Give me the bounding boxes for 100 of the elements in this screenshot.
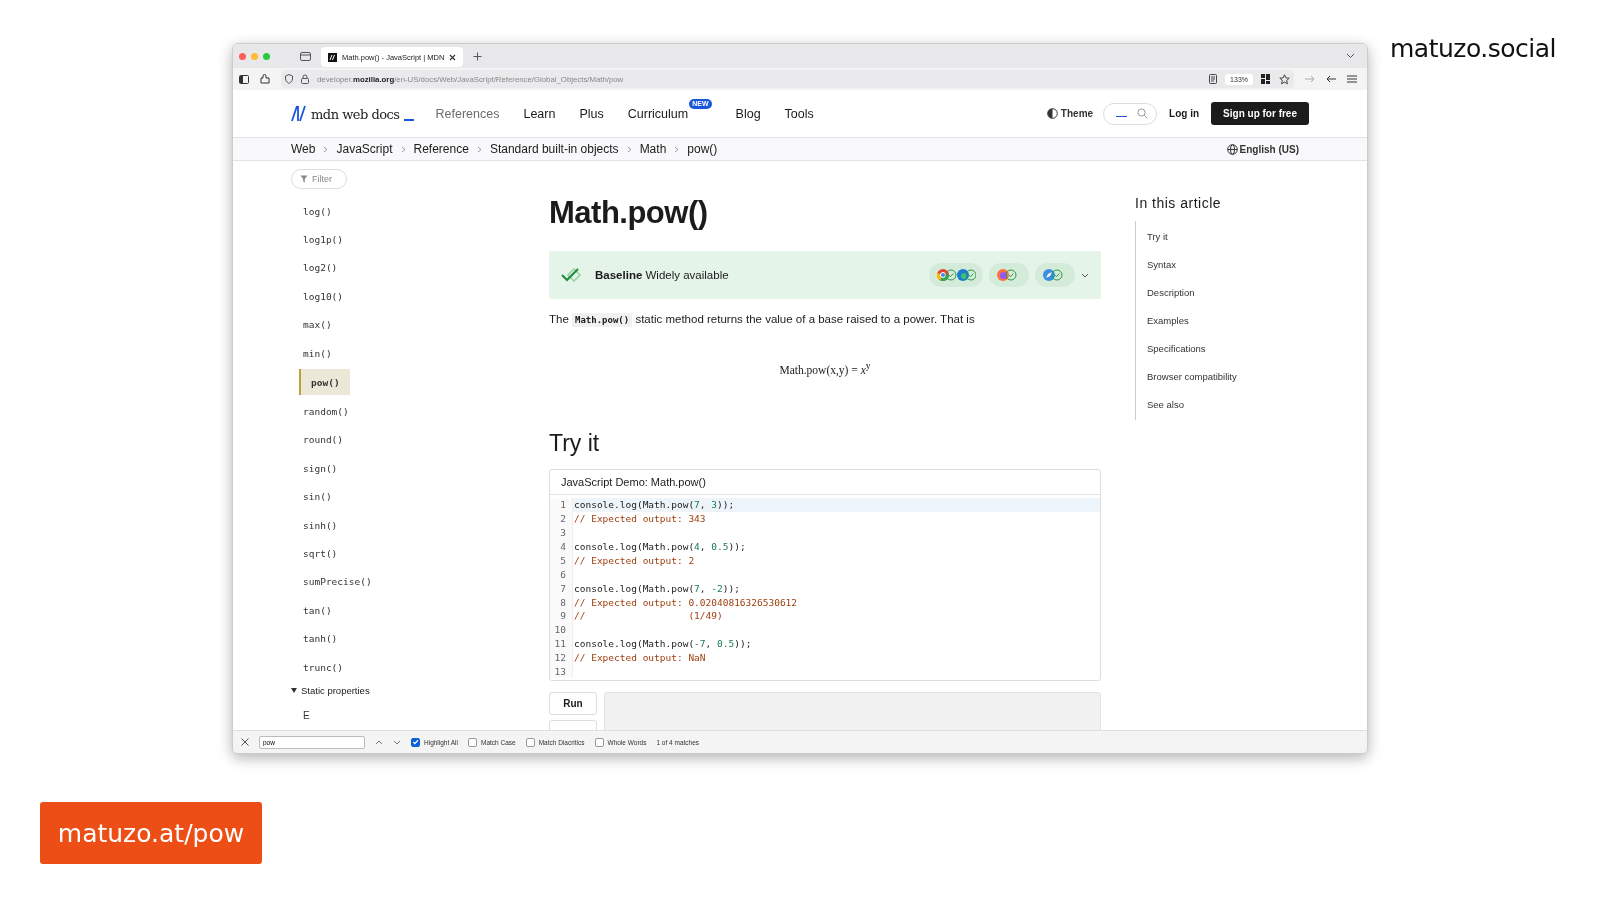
sidebar-item[interactable]: trunc() xyxy=(291,652,483,682)
mdn-logo[interactable]: mdn web docs xyxy=(291,105,414,122)
sidebar-item[interactable]: tanh() xyxy=(291,624,483,653)
sidebar-item[interactable]: sin() xyxy=(291,482,483,511)
lock-icon xyxy=(301,74,309,84)
minimize-dot-icon[interactable] xyxy=(251,52,258,60)
code-line: // Expected output: 343 xyxy=(573,513,706,525)
sidebar-item[interactable]: tan() xyxy=(291,596,483,625)
line-number: 7 xyxy=(550,581,573,596)
browser-support-pill[interactable] xyxy=(929,263,983,287)
demo-title: JavaScript Demo: Math.pow() xyxy=(550,469,1100,495)
sidebar-item[interactable]: log10() xyxy=(291,282,483,311)
sidebar-item[interactable]: round() xyxy=(291,425,483,455)
page-title: Math.pow() xyxy=(549,195,709,231)
checkbox[interactable] xyxy=(467,737,477,747)
zoom-dot-icon[interactable] xyxy=(263,52,270,60)
close-dot-icon[interactable] xyxy=(239,52,246,60)
nav-link[interactable]: Blog xyxy=(735,106,761,121)
chevron-up-icon[interactable] xyxy=(375,739,383,745)
code-line: // Expected output: 0.02040816326530612 xyxy=(573,596,798,608)
nav-link[interactable]: Tools xyxy=(784,106,814,121)
tab-overview-icon[interactable] xyxy=(300,51,311,61)
toc-link[interactable]: Syntax xyxy=(1147,250,1237,279)
code-line: // Expected output: NaN xyxy=(573,652,706,664)
checkbox[interactable] xyxy=(411,737,420,747)
sidebar-item[interactable]: sinh() xyxy=(291,510,483,540)
chevron-down-icon[interactable] xyxy=(1081,272,1089,278)
code-line: console.log(Math.pow(4, 0.5)); xyxy=(573,540,746,552)
new-tab-icon[interactable] xyxy=(473,51,483,61)
language-selector[interactable]: English (US) xyxy=(1226,143,1299,155)
browser-support-pill[interactable] xyxy=(1035,263,1075,287)
back-arrow-icon[interactable] xyxy=(1326,75,1336,83)
login-link[interactable]: Log in xyxy=(1169,108,1200,119)
math-formula: Math.pow(x,y) = x$^{y}$ xyxy=(778,360,872,376)
line-number: 5 xyxy=(550,553,573,568)
chevron-down-icon[interactable] xyxy=(1346,53,1355,59)
breadcrumb-link[interactable]: Math xyxy=(639,142,667,156)
checkbox[interactable] xyxy=(594,737,604,747)
sidebar-item[interactable]: E xyxy=(291,696,483,722)
sidebar-item[interactable]: log1p() xyxy=(291,225,483,254)
sidebar-item[interactable]: pow() xyxy=(299,369,350,396)
line-number: 8 xyxy=(550,595,573,609)
chevron-right-icon xyxy=(323,145,329,153)
social-handle: matuzo.social xyxy=(1389,34,1556,63)
extension-icon[interactable] xyxy=(260,74,270,84)
section-heading: Try it xyxy=(549,429,601,457)
close-icon[interactable] xyxy=(449,53,457,61)
code-line: // Expected output: 2 xyxy=(573,554,695,566)
chevron-right-icon xyxy=(476,145,482,153)
link-banner[interactable]: matuzo.at/pow xyxy=(40,802,262,864)
reader-view-icon[interactable] xyxy=(1209,74,1218,84)
toc-link[interactable]: Description xyxy=(1147,278,1237,307)
sidebar-item[interactable]: sumPrecise() xyxy=(291,567,483,597)
contrast-icon xyxy=(1046,108,1058,119)
browser-support-pill[interactable] xyxy=(989,263,1029,287)
sidebar-item[interactable]: min() xyxy=(291,338,483,368)
bookmark-star-icon[interactable] xyxy=(1279,73,1290,85)
sidebar-item[interactable]: max() xyxy=(291,310,483,339)
code-line: // (1/49) xyxy=(573,610,723,622)
toc-link[interactable]: Examples xyxy=(1147,306,1237,335)
breadcrumb-link[interactable]: Reference xyxy=(413,142,469,156)
breadcrumb-link[interactable]: pow() xyxy=(687,142,718,156)
breadcrumb-link[interactable]: JavaScript xyxy=(336,142,393,156)
description-text: The Math.pow() static method returns the value of a base raised to a power. That is xyxy=(549,313,976,325)
sidebar-item[interactable]: log() xyxy=(291,197,483,226)
sidebar-item[interactable]: random() xyxy=(291,397,483,426)
line-number: 1 xyxy=(550,497,573,512)
code-line: console.log(Math.pow(-7, 0.5)); xyxy=(573,638,752,650)
sidebar-item[interactable]: sign() xyxy=(291,454,483,483)
shield-icon[interactable] xyxy=(285,74,293,84)
code-line: console.log(Math.pow(7, -2)); xyxy=(573,582,740,594)
grid-icon[interactable] xyxy=(1261,74,1271,84)
theme-toggle[interactable]: Theme xyxy=(1046,108,1094,119)
toc-link[interactable]: Try it xyxy=(1147,223,1237,251)
sidebar-icon[interactable] xyxy=(239,74,249,84)
nav-link[interactable]: Learn xyxy=(523,106,556,121)
chevron-down-icon[interactable] xyxy=(393,739,401,745)
toc-link[interactable]: Browser compatibility xyxy=(1147,362,1237,391)
nav-link[interactable]: References xyxy=(435,106,500,121)
chevron-right-icon xyxy=(626,145,632,153)
toc-link[interactable]: See also xyxy=(1147,390,1237,419)
mdn-m-icon xyxy=(291,105,307,122)
code-line: console.log(Math.pow(7, 3)); xyxy=(573,499,735,511)
nav-link[interactable]: Plus xyxy=(579,106,604,121)
sidebar-item[interactable]: sqrt() xyxy=(291,539,483,568)
checkbox[interactable] xyxy=(525,737,535,747)
run-button[interactable]: Run xyxy=(549,692,597,716)
signup-button[interactable]: Sign up for free xyxy=(1211,102,1309,125)
search-icon[interactable] xyxy=(1137,108,1149,119)
breadcrumb-link[interactable]: Web xyxy=(291,142,316,156)
section-toggle[interactable]: Static properties xyxy=(291,685,483,697)
toc-link[interactable]: Specifications xyxy=(1147,334,1237,363)
forward-arrow-icon[interactable] xyxy=(1305,75,1315,83)
breadcrumb-link[interactable]: Standard built-in objects xyxy=(489,142,619,156)
close-icon[interactable] xyxy=(241,738,249,746)
toc-heading: In this article xyxy=(1135,195,1223,211)
sidebar-item[interactable]: log2() xyxy=(291,253,483,283)
nav-link[interactable]: Curriculum xyxy=(627,106,689,121)
chevron-right-icon xyxy=(674,145,680,153)
menu-icon[interactable] xyxy=(1347,75,1357,83)
